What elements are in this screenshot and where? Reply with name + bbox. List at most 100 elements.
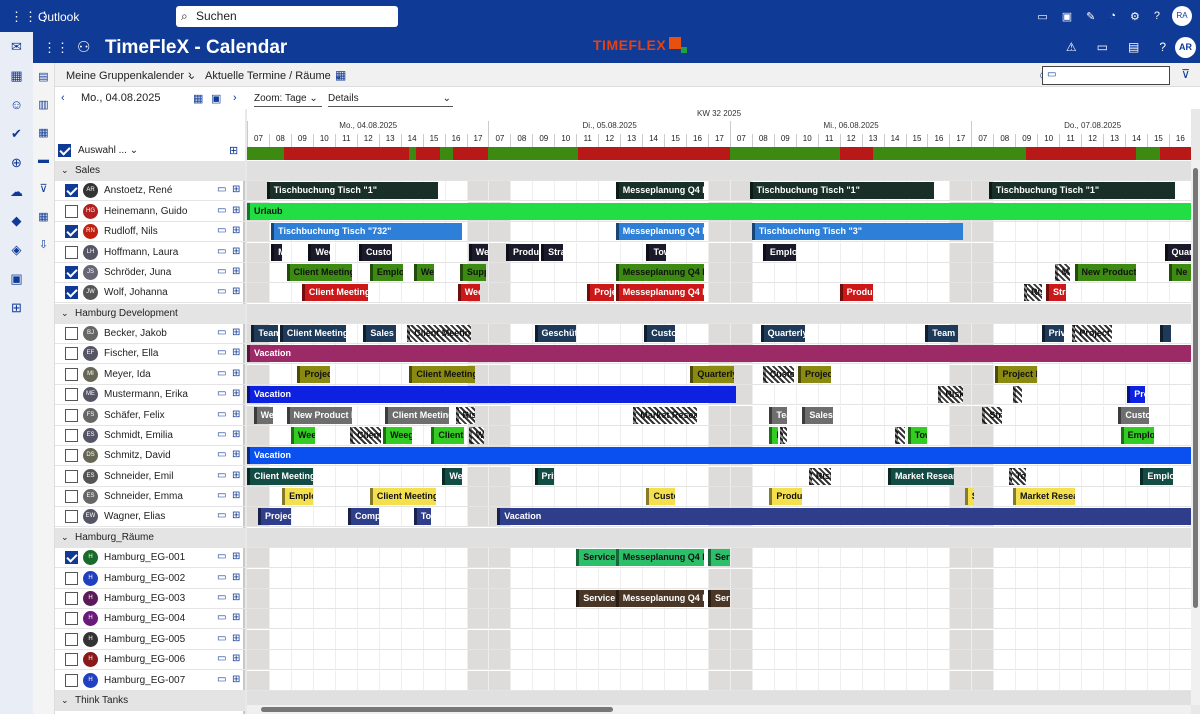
chat-icon[interactable]: ▭: [217, 510, 226, 521]
calendar-event[interactable]: Client Meeting: [279, 325, 346, 343]
chevron-down-icon[interactable]: ⌄: [61, 165, 69, 176]
current-dropdown[interactable]: Aktuelle Termine / Räume ⌄: [205, 69, 343, 82]
timeflex-icon[interactable]: ▣: [0, 264, 33, 293]
resource-checkbox[interactable]: [65, 571, 78, 585]
add-event-icon[interactable]: ⊞: [232, 633, 240, 644]
calendar-event[interactable]: Ma: [1054, 263, 1071, 281]
calendar-event[interactable]: Tow: [413, 508, 432, 526]
vertical-scroll-thumb[interactable]: [1193, 168, 1198, 608]
add-event-icon[interactable]: ⊞: [232, 246, 240, 257]
calendar-event[interactable]: Supp: [459, 263, 487, 281]
resource-row[interactable]: ES Schneider, Emma ▭ ⊞: [55, 487, 245, 508]
calendar-event[interactable]: Custor: [1118, 406, 1150, 424]
chat-icon[interactable]: ▭: [217, 429, 226, 440]
resource-checkbox[interactable]: [65, 428, 78, 442]
chat-icon[interactable]: ▭: [217, 388, 226, 399]
add-event-icon[interactable]: ⊞: [232, 572, 240, 583]
add-event-icon[interactable]: ⊞: [232, 388, 240, 399]
gear-icon[interactable]: ⚙: [1130, 10, 1140, 23]
calendar-event[interactable]: Risk: [808, 467, 831, 485]
resource-checkbox[interactable]: [65, 388, 78, 402]
resource-row[interactable]: DS Schmitz, David ▭ ⊞: [55, 446, 245, 467]
meet-icon[interactable]: ▭: [1037, 10, 1047, 23]
calendar-event[interactable]: Tischbuchung Tisch "1": [749, 182, 935, 200]
resource-row[interactable]: H Hamburg_EG-007 ▭ ⊞: [55, 671, 245, 691]
chat-icon[interactable]: ▭: [217, 347, 226, 358]
calendar-event[interactable]: Custor: [762, 365, 794, 383]
resource-row[interactable]: EF Fischer, Ella ▭ ⊞: [55, 344, 245, 365]
resource-row[interactable]: H Hamburg_EG-005 ▭ ⊞: [55, 630, 245, 650]
calendar-event[interactable]: Custor: [644, 325, 675, 343]
add-event-icon[interactable]: ⊞: [232, 368, 240, 379]
calendar-event[interactable]: Projec: [297, 365, 331, 383]
chat-icon[interactable]: ▭: [217, 286, 226, 297]
calendar-event[interactable]: Client Meeting: [286, 263, 353, 281]
calendar-event[interactable]: Market Resear: [633, 406, 697, 424]
resource-checkbox[interactable]: [65, 612, 78, 626]
calendar-event[interactable]: Team E: [925, 325, 959, 343]
resource-checkbox[interactable]: [65, 449, 78, 463]
mail-icon[interactable]: ✉: [0, 32, 33, 61]
todo-icon[interactable]: ✎: [1086, 10, 1095, 23]
calendar-event[interactable]: Produ: [839, 284, 873, 302]
chat-icon[interactable]: ▭: [217, 409, 226, 420]
funnel-icon[interactable]: ⊽: [33, 175, 54, 203]
calendar-event[interactable]: Emplo: [1120, 426, 1154, 444]
avatar[interactable]: RA: [1172, 6, 1192, 26]
chat-icon[interactable]: ▭: [217, 633, 226, 644]
chevron-down-icon[interactable]: ⌄: [61, 695, 69, 706]
resource-row[interactable]: H Hamburg_EG-001 ▭ ⊞: [55, 548, 245, 569]
toolbar-search-input[interactable]: ▭: [1042, 66, 1170, 85]
app-yellow-icon[interactable]: ◆: [0, 206, 33, 235]
calendar-grid-icon[interactable]: ▦: [33, 203, 54, 231]
calendar-event[interactable]: [1160, 325, 1172, 343]
resource-row[interactable]: ME Mustermann, Erika ▭ ⊞: [55, 385, 245, 406]
calendar-event[interactable]: Client Meeting: [301, 284, 368, 302]
calendar-event[interactable]: Client M: [350, 426, 381, 444]
calendar-event[interactable]: Projec: [797, 365, 831, 383]
resource-row[interactable]: RN Rudloff, Nils ▭ ⊞: [55, 222, 245, 243]
calendar-event[interactable]: Tischbuchung Tisch "732": [271, 223, 463, 241]
resource-row[interactable]: AR Anstoetz, René ▭ ⊞: [55, 181, 245, 202]
calendar-event[interactable]: Project K: [1072, 325, 1112, 343]
resource-row[interactable]: MI Meyer, Ida ▭ ⊞: [55, 365, 245, 385]
calendar-event[interactable]: Messeplanung Q4 K: [615, 263, 704, 281]
calendar-event[interactable]: Tischbuchung Tisch "1": [988, 182, 1176, 200]
calendar-event[interactable]: Emplo: [762, 243, 796, 261]
calendar-event[interactable]: Quarterly: [690, 365, 735, 383]
calendar-event[interactable]: Serv: [707, 549, 730, 567]
calendar-event[interactable]: Project K: [995, 365, 1038, 383]
resource-checkbox[interactable]: [65, 490, 78, 504]
add-event-icon[interactable]: ⊞: [232, 347, 240, 358]
resource-row[interactable]: FS Schäfer, Felix ▭ ⊞: [55, 406, 245, 426]
export-icon[interactable]: ⇩: [33, 231, 54, 259]
add-event-icon[interactable]: ⊞: [232, 184, 240, 195]
resource-checkbox[interactable]: [65, 286, 78, 300]
chat-icon[interactable]: ▭: [217, 266, 226, 277]
calendar-event[interactable]: Wi: [468, 426, 485, 444]
calendar-event[interactable]: Risk: [455, 406, 476, 424]
resource-row[interactable]: JS Schröder, Juna ▭ ⊞: [55, 263, 245, 283]
add-event-icon[interactable]: ⊞: [232, 612, 240, 623]
resource-row[interactable]: H Hamburg_EG-003 ▭ ⊞: [55, 589, 245, 609]
calendar-event[interactable]: Messeplanung Q4 K: [615, 589, 704, 607]
calendar-event[interactable]: Emplo: [282, 488, 313, 506]
calendar-event[interactable]: Sales T: [802, 406, 834, 424]
add-event-icon[interactable]: ⊞: [232, 490, 240, 501]
calendar-event[interactable]: Wee: [253, 406, 274, 424]
today-icon[interactable]: ▣: [211, 92, 221, 105]
calendar-event[interactable]: [894, 426, 906, 444]
car-icon[interactable]: ▬: [33, 147, 54, 175]
chat-icon[interactable]: ▭: [217, 490, 226, 501]
resource-row[interactable]: BJ Becker, Jakob ▭ ⊞: [55, 324, 245, 345]
calendar-event[interactable]: [780, 426, 788, 444]
chat-icon[interactable]: ▭: [217, 205, 226, 216]
calendar-event[interactable]: Service R: [576, 549, 616, 567]
calendar-event[interactable]: Custor: [646, 488, 676, 506]
calendar-event[interactable]: Tow: [646, 243, 667, 261]
chat-icon[interactable]: ▭: [217, 449, 226, 460]
calendar-event[interactable]: Tischbuchung Tisch "3": [751, 223, 963, 241]
word-icon[interactable]: ▣: [1062, 10, 1072, 23]
calendar-event[interactable]: Vacation: [247, 386, 737, 404]
group-header[interactable]: ⌄ Hamburg_Räume: [55, 527, 245, 548]
